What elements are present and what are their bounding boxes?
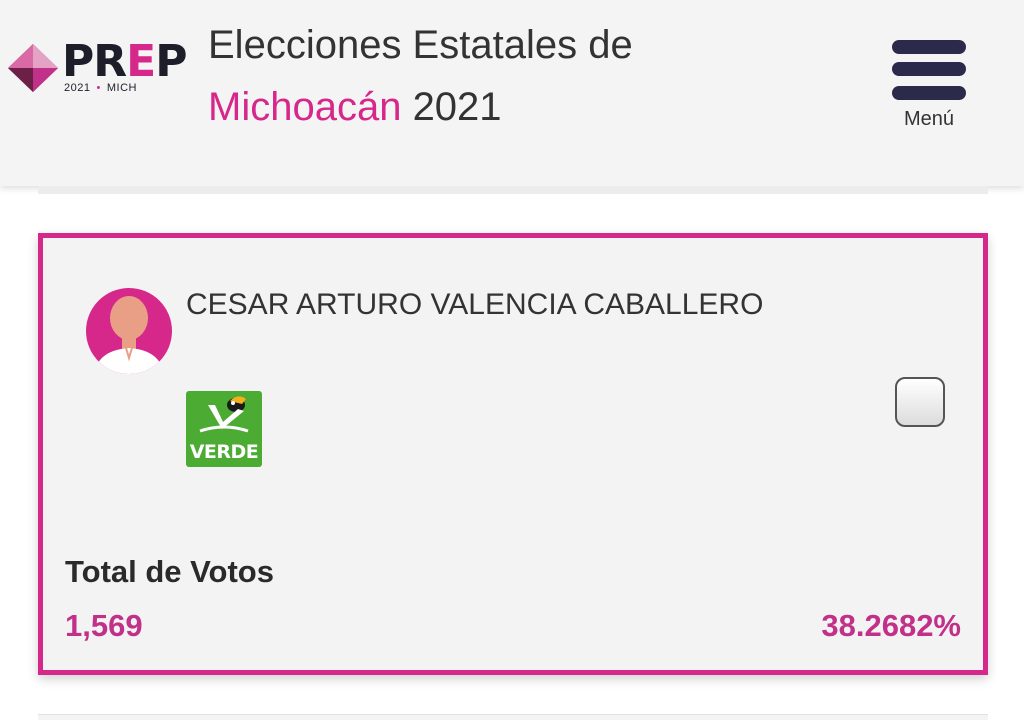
app-header: PREP 2021 • MICH Elecciones Estatales de M… xyxy=(0,0,1024,186)
title-state: Michoacán xyxy=(208,85,402,129)
person-silhouette-icon xyxy=(94,296,164,374)
next-card-edge xyxy=(38,714,988,720)
title-year: 2021 xyxy=(412,85,502,129)
votes-percentage: 38.2682% xyxy=(821,608,961,643)
party-logo-verde: VERDE xyxy=(186,391,262,467)
candidate-name: CESAR ARTURO VALENCIA CABALLERO xyxy=(186,288,764,321)
select-candidate-checkbox[interactable] xyxy=(895,377,945,427)
prep-diamond-icon xyxy=(8,44,58,92)
prep-logo[interactable]: PREP 2021 • MICH xyxy=(6,36,191,100)
candidate-card[interactable]: CESAR ARTURO VALENCIA CABALLERO VERDE To… xyxy=(38,233,988,675)
menu-button[interactable]: Menú xyxy=(886,36,972,136)
title-line-2: Michoacán 2021 xyxy=(208,76,633,138)
prep-wordmark: PREP xyxy=(62,36,187,87)
total-votes-label: Total de Votos xyxy=(65,554,274,589)
party-emblem-icon xyxy=(199,396,249,433)
prep-logo-subtitle: 2021 • MICH xyxy=(64,82,137,94)
total-votes-value: 1,569 xyxy=(65,608,143,643)
menu-label: Menú xyxy=(903,108,955,130)
candidate-avatar xyxy=(86,288,172,374)
title-line-1: Elecciones Estatales de xyxy=(208,23,633,67)
party-logo-label: VERDE xyxy=(189,441,259,463)
page-title: Elecciones Estatales de Michoacán 2021 xyxy=(208,14,633,138)
header-shadow-strip xyxy=(38,186,988,194)
